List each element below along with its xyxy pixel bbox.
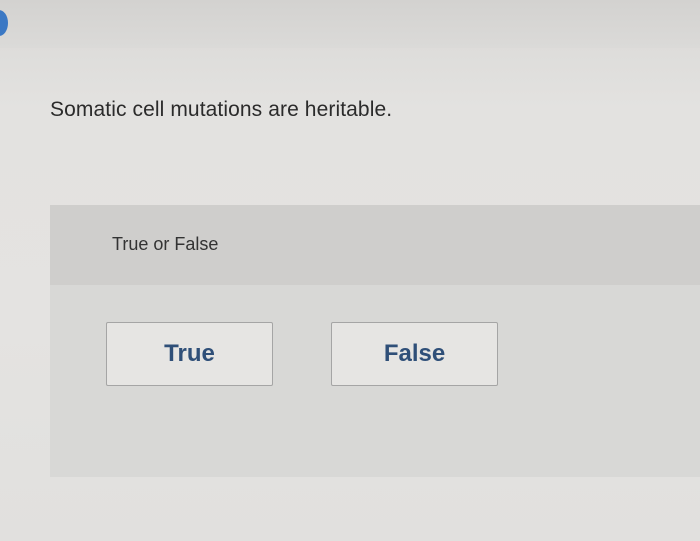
prompt-label: True or False (112, 234, 219, 254)
false-button[interactable]: False (331, 322, 498, 386)
header-band (0, 0, 700, 48)
corner-indicator (0, 10, 8, 36)
answer-panel-header: True or False (50, 205, 700, 285)
answer-panel: True or False True False (50, 205, 700, 477)
question-text: Somatic cell mutations are heritable. (50, 98, 393, 121)
true-button[interactable]: True (106, 322, 273, 386)
